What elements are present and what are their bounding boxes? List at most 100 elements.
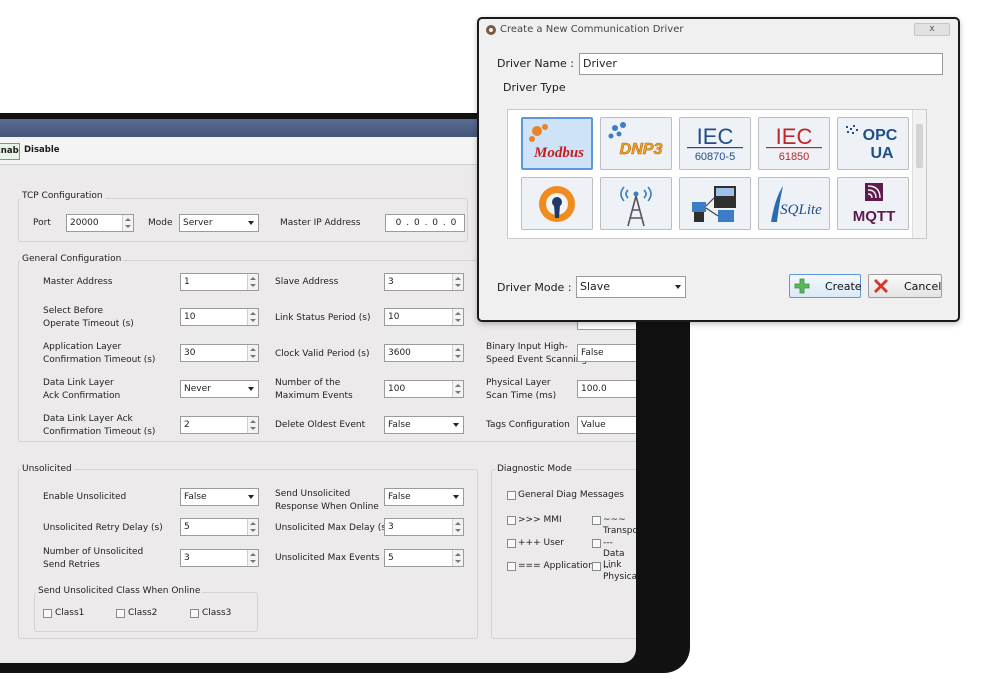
app-layer-spinner[interactable]	[247, 345, 258, 361]
link-status-input[interactable]: 10	[384, 308, 464, 326]
select-before-label-1: Select Before	[43, 306, 104, 316]
tile-dnp3[interactable]: DNP3	[600, 117, 672, 170]
tile-iec-60870[interactable]: IEC 60870-5	[679, 117, 751, 170]
unsol-max-events-label: Unsolicited Max Events	[275, 553, 380, 563]
send-retries-value: 3	[184, 553, 190, 563]
select-before-label-2: Operate Timeout (s)	[43, 319, 134, 329]
cancel-button[interactable]: Cancel	[868, 274, 942, 298]
physical-checkbox[interactable]	[592, 562, 601, 571]
create-button[interactable]: Create	[789, 274, 862, 298]
tags-config-label: Tags Configuration	[486, 420, 570, 430]
tower-icon	[620, 186, 652, 227]
link-status-spinner[interactable]	[452, 309, 463, 325]
iec-60870-logo: IEC 60870-5	[687, 124, 743, 163]
tile-iec-61850[interactable]: IEC 61850	[758, 117, 830, 170]
class-group-title: Send Unsolicited Class When Online	[36, 586, 203, 596]
close-icon: x	[929, 24, 935, 34]
slave-address-spinner[interactable]	[452, 274, 463, 290]
unsol-max-events-spinner[interactable]	[452, 550, 463, 566]
tags-config-value: Value	[581, 420, 606, 430]
user-checkbox[interactable]	[507, 539, 516, 548]
select-before-input[interactable]: 10	[180, 308, 259, 326]
chevron-down-icon	[248, 221, 254, 225]
driver-mode-select[interactable]: Slave	[576, 276, 686, 298]
physical-layer-input[interactable]: 100.0	[577, 380, 636, 398]
opc-ua-line1: OPC	[863, 127, 898, 144]
tags-config-select[interactable]: Value	[577, 416, 636, 434]
network-devices-icon	[692, 186, 736, 222]
general-diag-checkbox[interactable]	[507, 491, 516, 500]
mode-select[interactable]: Server	[179, 214, 259, 232]
retry-delay-label: Unsolicited Retry Delay (s)	[43, 523, 163, 533]
mmi-checkbox[interactable]	[507, 516, 516, 525]
clock-valid-input[interactable]: 3600	[384, 344, 464, 362]
iec-60870-line1: IEC	[697, 124, 734, 149]
max-delay-input[interactable]: 3	[384, 518, 464, 536]
port-input[interactable]: 20000	[66, 214, 134, 232]
clock-valid-spinner[interactable]	[452, 345, 463, 361]
class1-checkbox[interactable]	[43, 609, 52, 618]
unsol-max-events-input[interactable]: 5	[384, 549, 464, 567]
create-driver-dialog: Create a New Communication Driver x Driv…	[477, 17, 960, 322]
driver-type-grid: Modbus DNP3 IEC 60870-5 IEC 61850 OPC UA…	[507, 109, 927, 239]
transport-label: ~~~ Transport	[603, 515, 636, 536]
delete-oldest-select[interactable]: False	[384, 416, 464, 434]
dl-ack-timeout-input[interactable]: 2	[180, 416, 259, 434]
class2-label: Class2	[128, 608, 158, 618]
data-link-select[interactable]: Never	[180, 380, 259, 398]
data-link-label-1: Data Link Layer	[43, 378, 114, 388]
close-button[interactable]: x	[914, 23, 950, 36]
driver-grid-scrollbar[interactable]	[912, 110, 926, 238]
binary-input-select[interactable]: False	[577, 344, 636, 362]
slave-address-input[interactable]: 3	[384, 273, 464, 291]
send-retries-input[interactable]: 3	[180, 549, 259, 567]
tile-sqlite[interactable]: SQLite	[758, 177, 830, 230]
app-layer-input[interactable]: 30	[180, 344, 259, 362]
send-retries-label-1: Number of Unsolicited	[43, 547, 144, 557]
send-retries-spinner[interactable]	[247, 550, 258, 566]
transport-checkbox[interactable]	[592, 516, 601, 525]
class2-checkbox[interactable]	[116, 609, 125, 618]
class3-checkbox[interactable]	[190, 609, 199, 618]
retry-delay-spinner[interactable]	[247, 519, 258, 535]
tile-tower[interactable]	[600, 177, 672, 230]
class3-label: Class3	[202, 608, 232, 618]
user-label: +++ User	[518, 538, 564, 548]
sqlite-logo: SQLite	[771, 186, 822, 222]
retry-delay-input[interactable]: 5	[180, 518, 259, 536]
driver-name-input[interactable]: Driver	[579, 53, 943, 75]
master-ip-input[interactable]: 0 . 0 . 0 . 0	[385, 214, 465, 232]
application-checkbox[interactable]	[507, 562, 516, 571]
mqtt-text: MQTT	[853, 208, 896, 225]
dl-ack-timeout-label-1: Data Link Layer Ack	[43, 414, 133, 424]
iec-60870-line2: 60870-5	[695, 151, 735, 163]
master-address-input[interactable]: 1	[180, 273, 259, 291]
scrollbar-thumb[interactable]	[916, 124, 923, 168]
sqlite-text: SQLite	[780, 202, 822, 218]
max-events-spinner[interactable]	[452, 381, 463, 397]
mmi-label: >>> MMI	[518, 515, 562, 525]
tile-openvpn[interactable]	[521, 177, 593, 230]
port-value: 20000	[70, 218, 99, 228]
max-delay-spinner[interactable]	[452, 519, 463, 535]
tile-modbus[interactable]: Modbus	[521, 117, 593, 170]
tile-mqtt[interactable]: MQTT	[837, 177, 909, 230]
tile-network-devices[interactable]	[679, 177, 751, 230]
dl-ack-timeout-spinner[interactable]	[247, 417, 258, 433]
send-online-label-2: Response When Online	[275, 502, 379, 512]
enable-unsolicited-select[interactable]: False	[180, 488, 259, 506]
select-before-spinner[interactable]	[247, 309, 258, 325]
enable-button[interactable]: Enable	[0, 143, 20, 160]
physical-label: ... Physical	[603, 561, 636, 582]
dl-ack-timeout-label-2: Confirmation Timeout (s)	[43, 427, 156, 437]
port-spinner[interactable]	[122, 215, 133, 231]
data-link-checkbox[interactable]	[592, 539, 601, 548]
master-address-spinner[interactable]	[247, 274, 258, 290]
max-events-input[interactable]: 100	[384, 380, 464, 398]
disable-button[interactable]: Disable	[24, 143, 60, 160]
mode-value: Server	[183, 218, 213, 228]
chevron-down-icon	[453, 423, 459, 427]
delete-oldest-label: Delete Oldest Event	[275, 420, 366, 430]
tile-opc-ua[interactable]: OPC UA	[837, 117, 909, 170]
send-online-select[interactable]: False	[384, 488, 464, 506]
